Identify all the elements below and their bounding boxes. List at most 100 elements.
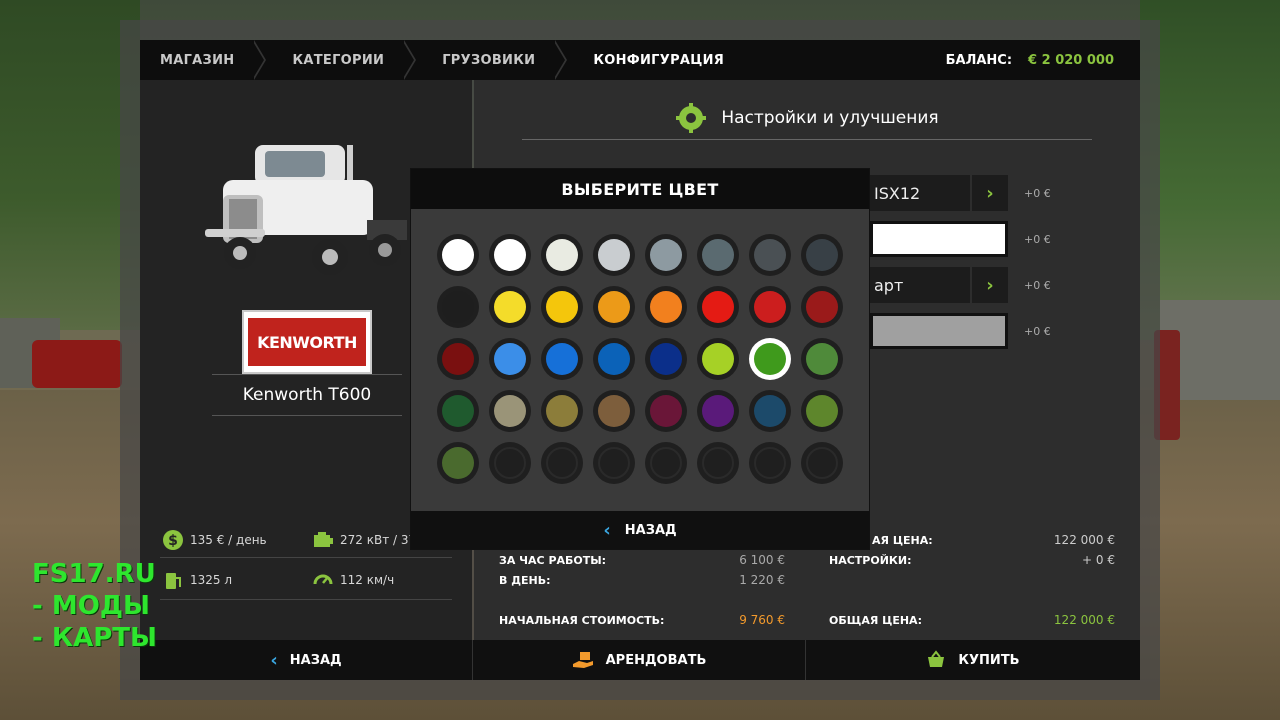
- color-swatch-dot: [546, 447, 578, 479]
- watermark-line: - КАРТЫ: [32, 623, 157, 653]
- config-color-2-price: +0 €: [1024, 325, 1051, 338]
- base-price-value: 122 000 €: [1053, 533, 1115, 547]
- config-engine-next-button[interactable]: ›: [972, 175, 1008, 211]
- config-color-1[interactable]: [870, 221, 1008, 257]
- color-swatch-dot: [494, 291, 526, 323]
- color-swatch[interactable]: [437, 390, 479, 432]
- color-swatch-empty: [697, 442, 739, 484]
- settings-cost-label: НАСТРОЙКИ:: [829, 554, 912, 567]
- color-swatch[interactable]: [645, 234, 687, 276]
- color-swatch[interactable]: [749, 234, 791, 276]
- color-swatch[interactable]: [437, 338, 479, 380]
- color-swatch[interactable]: [489, 234, 531, 276]
- color-picker-back-button[interactable]: ‹ НАЗАД: [411, 511, 869, 549]
- color-swatch[interactable]: [801, 338, 843, 380]
- breadcrumb-separator: [252, 40, 272, 80]
- color-swatch[interactable]: [749, 338, 791, 380]
- watermark-line: - МОДЫ: [32, 591, 150, 621]
- color-swatch[interactable]: [541, 338, 583, 380]
- base-price-label: АЯ ЦЕНА:: [872, 534, 933, 547]
- color-swatch[interactable]: [489, 390, 531, 432]
- color-swatch-dot: [754, 291, 786, 323]
- initial-cost-value: 9 760 €: [739, 613, 785, 627]
- chevron-left-icon: ‹: [270, 649, 278, 671]
- config-option-next-button[interactable]: ›: [972, 267, 1008, 303]
- color-swatch-dot: [650, 291, 682, 323]
- spec-speed: 112 км/ч: [312, 569, 394, 591]
- color-swatch-dot: [442, 395, 474, 427]
- color-swatch[interactable]: [541, 390, 583, 432]
- color-swatch-dot: [546, 343, 578, 375]
- color-swatch[interactable]: [437, 442, 479, 484]
- color-swatch-dot: [702, 291, 734, 323]
- lease-button[interactable]: АРЕНДОВАТЬ: [473, 640, 806, 680]
- color-swatch[interactable]: [697, 234, 739, 276]
- color-swatch-dot: [494, 239, 526, 271]
- per-day-value: 1 220 €: [739, 573, 785, 587]
- color-swatch[interactable]: [749, 390, 791, 432]
- color-swatch[interactable]: [593, 234, 635, 276]
- balance-value: € 2 020 000: [1028, 52, 1114, 68]
- breadcrumb-trucks[interactable]: ГРУЗОВИКИ: [422, 40, 555, 80]
- color-swatch[interactable]: [437, 286, 479, 328]
- color-swatch[interactable]: [801, 390, 843, 432]
- color-swatch[interactable]: [593, 390, 635, 432]
- color-swatch[interactable]: [489, 286, 531, 328]
- color-swatch-dot: [598, 239, 630, 271]
- color-swatch[interactable]: [645, 390, 687, 432]
- color-swatch-dot: [494, 447, 526, 479]
- color-swatch[interactable]: [437, 234, 479, 276]
- color-swatch[interactable]: [593, 286, 635, 328]
- spec-fuel: 1325 л: [162, 569, 232, 591]
- color-swatch[interactable]: [645, 286, 687, 328]
- chevron-left-icon: ‹: [603, 519, 611, 541]
- color-swatch[interactable]: [697, 286, 739, 328]
- config-option-field[interactable]: арт: [870, 267, 970, 303]
- truck-image: [205, 145, 407, 275]
- color-swatch[interactable]: [749, 286, 791, 328]
- color-swatch[interactable]: [801, 286, 843, 328]
- color-swatch-dot: [702, 395, 734, 427]
- color-swatch[interactable]: [541, 286, 583, 328]
- total-price-label: ОБЩАЯ ЦЕНА:: [829, 614, 922, 627]
- config-option-price: +0 €: [1024, 279, 1051, 292]
- settings-cost-value: + 0 €: [1082, 553, 1115, 567]
- color-swatch[interactable]: [645, 338, 687, 380]
- brand-logo: KENWORTH: [242, 310, 372, 374]
- color-swatch-dot: [806, 239, 838, 271]
- bottom-action-bar: ‹ НАЗАД АРЕНДОВАТЬ КУПИТЬ: [140, 640, 1140, 680]
- per-hour-label: ЗА ЧАС РАБОТЫ:: [499, 554, 607, 567]
- breadcrumb-categories[interactable]: КАТЕГОРИИ: [272, 40, 404, 80]
- spec-power: 272 кВт / 37: [312, 529, 416, 551]
- color-swatch[interactable]: [541, 234, 583, 276]
- color-swatch-dot: [598, 447, 630, 479]
- color-swatch-empty: [593, 442, 635, 484]
- watermark-line: FS17.RU: [32, 559, 156, 589]
- config-color-2[interactable]: [870, 313, 1008, 349]
- color-swatch-dot: [650, 239, 682, 271]
- color-swatch-dot: [754, 239, 786, 271]
- back-button[interactable]: ‹ НАЗАД: [140, 640, 473, 680]
- color-swatch[interactable]: [697, 338, 739, 380]
- color-swatch-empty: [645, 442, 687, 484]
- color-swatch-dot: [806, 343, 838, 375]
- color-swatch[interactable]: [593, 338, 635, 380]
- color-swatch-empty: [801, 442, 843, 484]
- color-swatch-dot: [702, 447, 734, 479]
- breadcrumb-shop[interactable]: МАГАЗИН: [140, 40, 254, 80]
- breadcrumb-separator: [553, 40, 573, 80]
- breadcrumb-separator: [402, 40, 422, 80]
- color-swatch-dot: [442, 239, 474, 271]
- color-swatch[interactable]: [801, 234, 843, 276]
- engine-icon: [314, 532, 333, 547]
- spec-daily-cost: $ 135 € / день: [162, 529, 267, 551]
- color-swatch[interactable]: [489, 338, 531, 380]
- color-swatch-dot: [494, 395, 526, 427]
- background-trees-right: [1140, 0, 1280, 340]
- lease-hand-icon: [572, 652, 593, 668]
- color-swatch[interactable]: [697, 390, 739, 432]
- buy-button[interactable]: КУПИТЬ: [806, 640, 1140, 680]
- spec-divider: [160, 557, 452, 558]
- color-swatch-empty: [541, 442, 583, 484]
- config-engine-field[interactable]: ISX12: [870, 175, 970, 211]
